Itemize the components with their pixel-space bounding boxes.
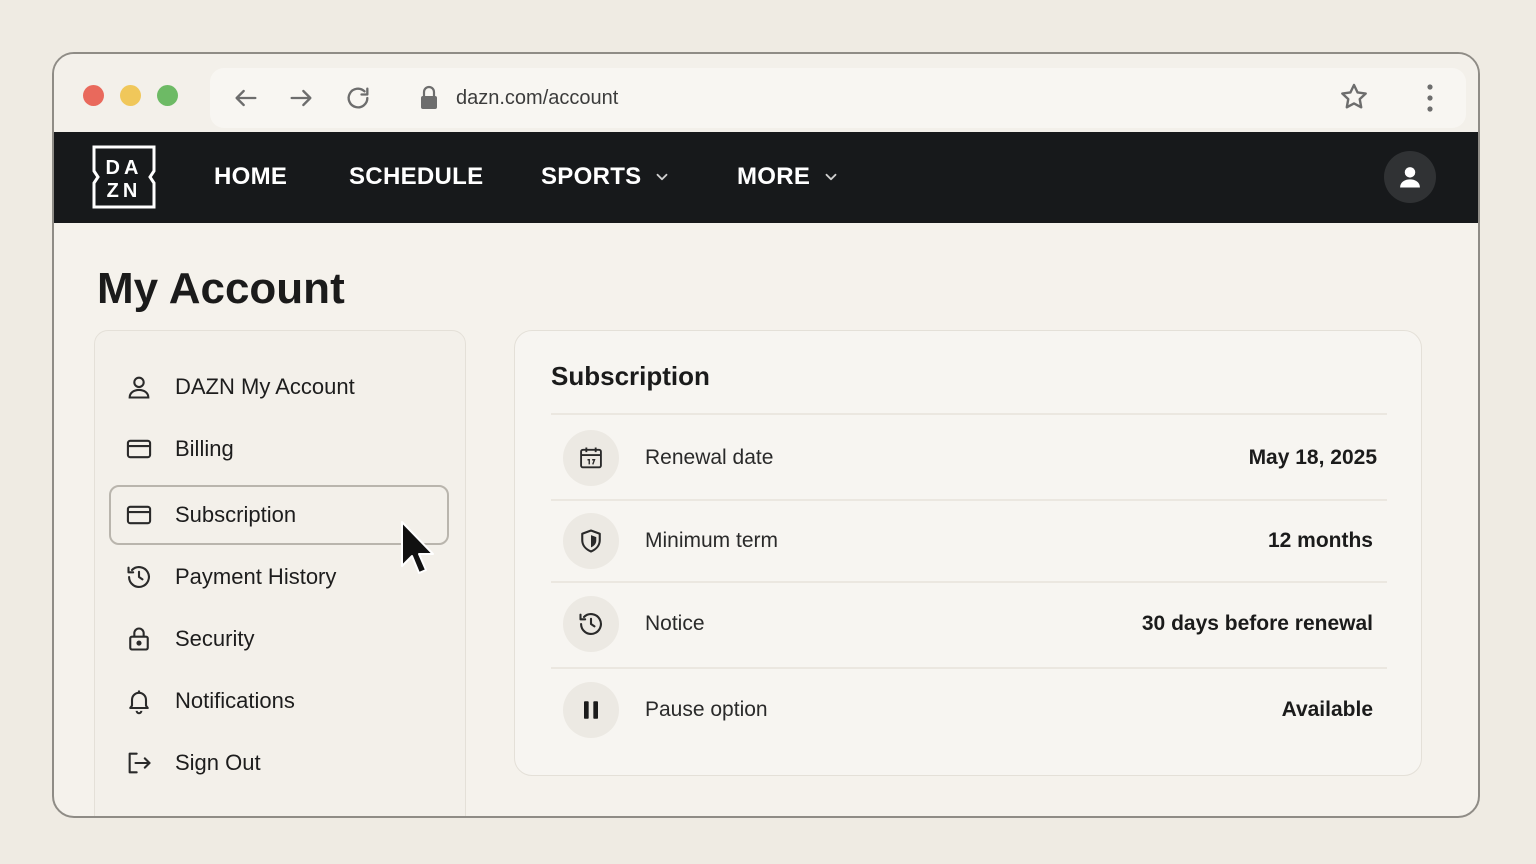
close-window-button[interactable] — [83, 85, 104, 106]
nav-home[interactable]: HOME — [214, 163, 287, 191]
sidebar-item-label: Payment History — [175, 564, 337, 589]
dazn-logo[interactable]: DA ZN — [92, 145, 156, 209]
sidebar-item-sign-out[interactable]: Sign Out — [109, 733, 449, 793]
page-title: My Account — [97, 264, 345, 313]
sidebar-item-label: Sign Out — [175, 750, 261, 775]
row-label: Renewal date — [645, 446, 774, 469]
pause-icon — [563, 682, 619, 738]
subscription-card: Subscription Renewal date May 18, 2025 M… — [514, 330, 1422, 776]
row-value: 30 days before renewal — [1141, 612, 1373, 635]
sidebar-item-billing[interactable]: Billing — [109, 419, 449, 479]
nav-home-label: HOME — [214, 163, 288, 190]
minimum-term-row: Minimum term 12 months — [551, 500, 1387, 582]
calendar-icon — [563, 430, 619, 486]
divider — [551, 413, 1387, 415]
mouse-cursor-icon — [401, 521, 434, 574]
notice-row: Notice 30 days before renewal — [551, 583, 1387, 665]
card-title: Subscription — [551, 361, 710, 391]
sidebar-item-label: Security — [175, 626, 255, 651]
back-arrow-icon[interactable] — [230, 82, 262, 114]
row-value: 12 months — [1267, 529, 1373, 552]
lock-icon — [421, 85, 437, 109]
profile-avatar-button[interactable] — [1384, 151, 1436, 203]
sidebar-item-notifications[interactable]: Notifications — [109, 671, 449, 731]
sidebar-item-security[interactable]: Security — [109, 609, 449, 669]
credit-card-icon — [123, 499, 155, 531]
nav-more[interactable]: MORE — [737, 163, 840, 191]
chevron-down-icon — [825, 173, 837, 181]
forward-arrow-icon[interactable] — [285, 82, 317, 114]
main-navigation: DA ZN HOME SCHEDULE SPORTS MORE — [54, 132, 1478, 223]
row-label: Notice — [645, 612, 705, 635]
row-label: Pause option — [645, 698, 768, 721]
bookmark-star-icon[interactable] — [1338, 81, 1370, 113]
sidebar-item-label: Billing — [175, 436, 234, 461]
reload-icon[interactable] — [342, 82, 374, 114]
minimize-window-button[interactable] — [120, 85, 141, 106]
sidebar-item-label: Notifications — [175, 688, 295, 713]
user-icon — [123, 371, 155, 403]
credit-card-icon — [123, 433, 155, 465]
url-text[interactable]: dazn.com/account — [456, 87, 618, 110]
nav-schedule-label: SCHEDULE — [349, 163, 484, 190]
svg-text:ZN: ZN — [107, 180, 142, 202]
nav-sports-label: SPORTS — [541, 163, 642, 190]
nav-more-label: MORE — [737, 163, 811, 190]
nav-schedule[interactable]: SCHEDULE — [349, 163, 483, 191]
renewal-date-row: Renewal date May 18, 2025 — [551, 417, 1387, 499]
bell-icon — [123, 685, 155, 717]
maximize-window-button[interactable] — [157, 85, 178, 106]
clock-icon — [563, 596, 619, 652]
address-bar[interactable]: dazn.com/account — [210, 68, 1466, 128]
chevron-down-icon — [657, 173, 668, 181]
browser-window: dazn.com/account DA ZN HOME SCHEDULE SPO… — [52, 52, 1480, 818]
row-value: May 18, 2025 — [1248, 446, 1377, 469]
pause-option-row: Pause option Available — [551, 669, 1387, 751]
sidebar-item-label: Subscription — [175, 502, 297, 527]
svg-text:DA: DA — [106, 157, 143, 179]
more-options-icon[interactable] — [1420, 81, 1440, 115]
sidebar-item-dazn-my-account[interactable]: DAZN My Account — [109, 357, 449, 417]
sidebar-item-label: DAZN My Account — [175, 374, 355, 399]
shield-icon — [563, 513, 619, 569]
browser-chrome: dazn.com/account — [54, 54, 1478, 132]
row-label: Minimum term — [645, 529, 779, 552]
sign-out-icon — [123, 747, 155, 779]
history-icon — [123, 561, 155, 593]
nav-sports[interactable]: SPORTS — [541, 163, 671, 191]
user-icon — [1400, 167, 1420, 188]
lock-icon — [123, 623, 155, 655]
row-value: Available — [1281, 698, 1373, 721]
